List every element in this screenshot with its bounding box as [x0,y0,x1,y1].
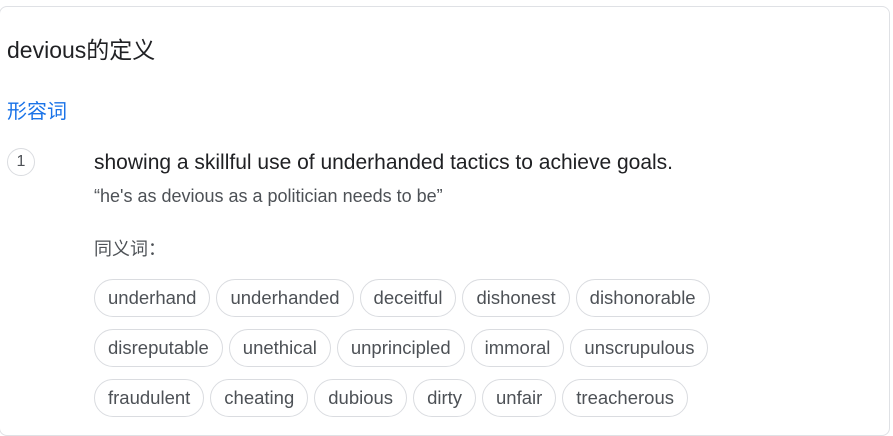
synonym-chip-unscrupulous[interactable]: unscrupulous [570,329,709,367]
synonym-chip-fraudulent[interactable]: fraudulent [94,379,205,417]
example-sentence: “he's as devious as a politician needs t… [94,186,443,206]
synonym-chip-underhand[interactable]: underhand [94,279,211,317]
synonym-chip-dishonest[interactable]: dishonest [462,279,570,317]
synonym-row-3: fraudulent cheating dubious dirty unfair… [94,379,688,417]
synonym-chip-deceitful[interactable]: deceitful [359,279,457,317]
definition-title: devious的定义 [7,37,156,63]
synonym-chip-cheating[interactable]: cheating [210,379,309,417]
part-of-speech: 形容词 [7,101,67,123]
synonym-row-1: underhand underhanded deceitful dishones… [94,279,710,317]
synonym-chip-dubious[interactable]: dubious [314,379,408,417]
synonym-row-2: disreputable unethical unprincipled immo… [94,329,709,367]
sense-number: 1 [7,148,35,176]
synonyms-label: 同义词： [94,239,166,259]
synonym-chip-underhanded[interactable]: underhanded [216,279,354,317]
synonym-chip-disreputable[interactable]: disreputable [94,329,223,367]
synonym-chip-dishonorable[interactable]: dishonorable [575,279,710,317]
synonym-chip-treacherous[interactable]: treacherous [562,379,688,417]
synonym-chip-unethical[interactable]: unethical [228,329,331,367]
synonym-chip-unfair[interactable]: unfair [482,379,557,417]
dictionary-card [0,6,890,436]
synonym-chip-immoral[interactable]: immoral [470,329,565,367]
synonym-chip-dirty[interactable]: dirty [413,379,477,417]
definition-text: showing a skillful use of underhanded ta… [94,151,674,174]
synonym-chip-unprincipled[interactable]: unprincipled [336,329,465,367]
